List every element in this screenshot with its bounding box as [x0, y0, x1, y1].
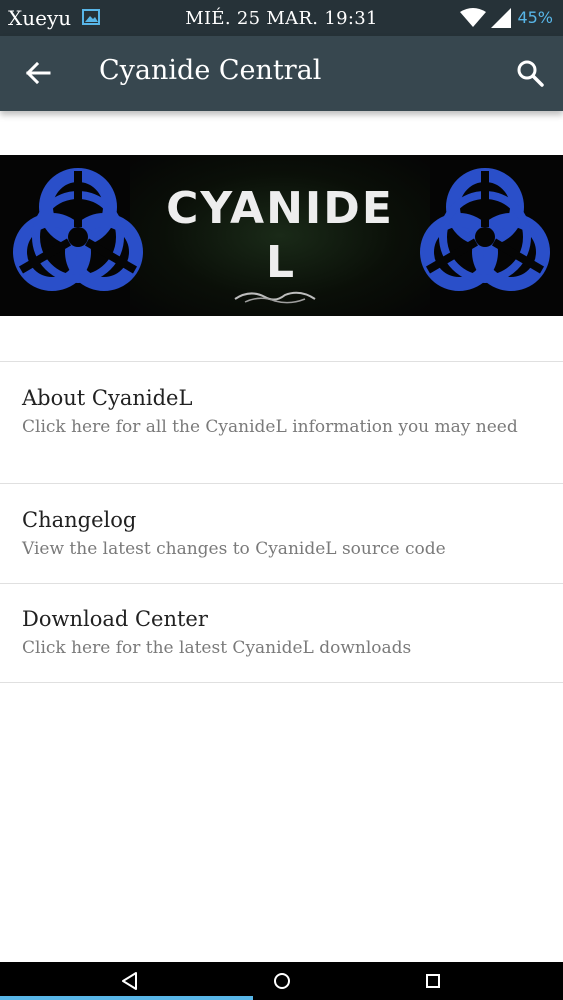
- item-title: Changelog: [22, 508, 137, 532]
- nav-back-icon[interactable]: [120, 971, 140, 991]
- signal-icon: [491, 8, 511, 28]
- wifi-icon: [460, 8, 486, 27]
- status-bar: Xueyu MIÉ. 25 MAR. 19:31 45%: [0, 0, 563, 36]
- nav-home-icon[interactable]: [272, 971, 292, 991]
- item-title: Download Center: [22, 607, 208, 631]
- screen: Xueyu MIÉ. 25 MAR. 19:31 45% Cyanide Cen…: [0, 0, 563, 1000]
- cyanide-banner: CYANIDE L: [0, 155, 563, 316]
- item-subtitle: Click here for all the CyanideL informat…: [22, 417, 518, 437]
- list-item-changelog[interactable]: Changelog View the latest changes to Cya…: [0, 484, 563, 583]
- list-item-download-center[interactable]: Download Center Click here for the lates…: [0, 584, 563, 682]
- ornament-icon: [234, 291, 316, 304]
- search-icon[interactable]: [515, 58, 545, 88]
- app-bar: Cyanide Central: [0, 36, 563, 111]
- nav-recents-icon[interactable]: [423, 971, 443, 991]
- battery-level: 45%: [517, 8, 553, 27]
- page-title: Cyanide Central: [99, 55, 322, 86]
- item-subtitle: View the latest changes to CyanideL sour…: [22, 539, 446, 559]
- arrow-left-icon[interactable]: [24, 59, 52, 87]
- biohazard-icon: [13, 168, 143, 291]
- item-subtitle: Click here for the latest CyanideL downl…: [22, 638, 412, 658]
- biohazard-icon: [420, 168, 550, 291]
- nav-indicator: [0, 996, 253, 1000]
- list-item-about[interactable]: About CyanideL Click here for all the Cy…: [0, 362, 563, 483]
- banner-title-line2: L: [265, 237, 295, 288]
- banner-title-line1: CYANIDE: [166, 183, 394, 234]
- divider: [0, 682, 563, 683]
- item-title: About CyanideL: [22, 386, 193, 410]
